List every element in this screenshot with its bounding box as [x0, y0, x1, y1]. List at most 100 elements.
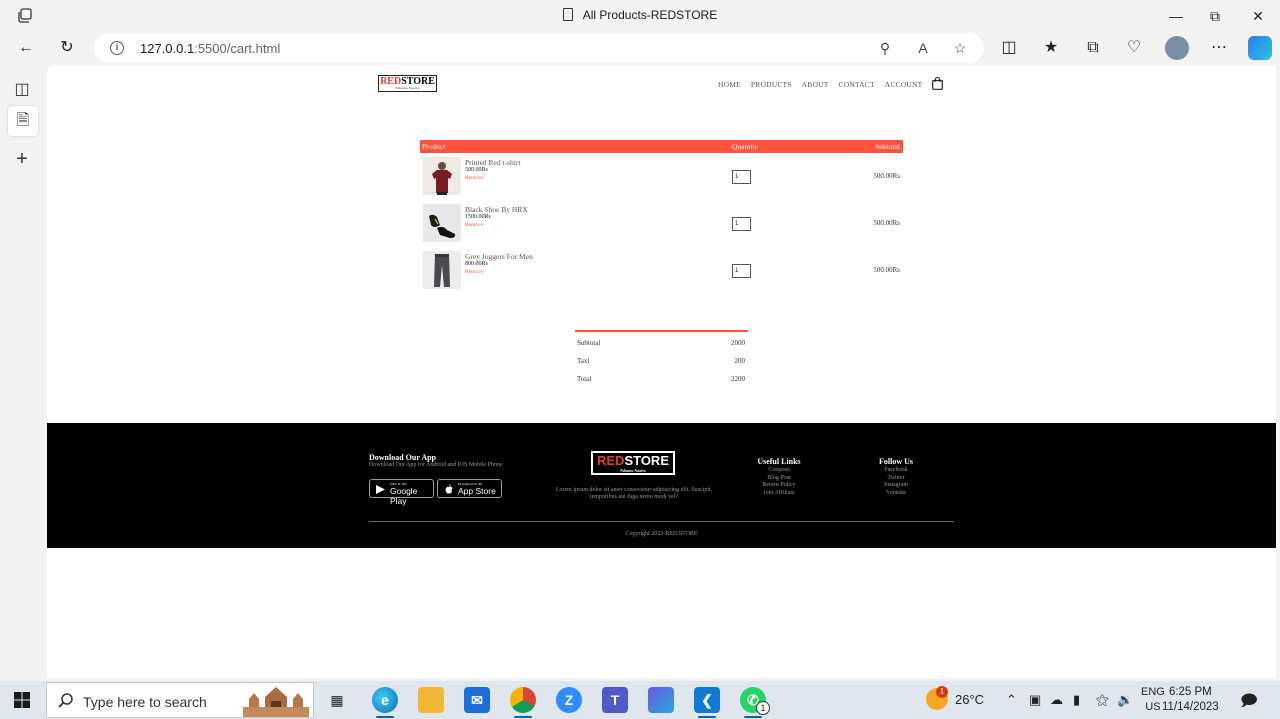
footer-link-youtube[interactable]: Youtube [873, 490, 919, 498]
totals-value: 2200 [731, 375, 745, 383]
onedrive-cloud-icon[interactable]: ☁ [1050, 692, 1063, 708]
quantity-input[interactable]: 1 [732, 170, 751, 184]
split-screen-icon[interactable]: ◫ [998, 37, 1020, 59]
clock-time: 6:25 PM [1168, 686, 1212, 698]
restore-button[interactable]: ⧉ [1205, 6, 1225, 26]
nav-products[interactable]: PRODUCTS [751, 80, 792, 89]
totals-label: Subtotal [577, 339, 601, 347]
quantity-input[interactable]: 1 [732, 217, 751, 231]
whatsapp-badge: 1 [756, 701, 770, 715]
taskbar-search-box[interactable]: Type here to search [46, 682, 314, 718]
current-tab-icon[interactable]: 🗎 [8, 106, 38, 136]
footer-link-twitter[interactable]: Twitter [873, 475, 919, 483]
profile-avatar[interactable] [1165, 36, 1189, 60]
refresh-icon[interactable]: ↻ [56, 37, 78, 59]
footer-logo-red: RED [596, 453, 625, 468]
chrome-icon[interactable] [510, 687, 536, 718]
favorites-icon[interactable]: ★ [1040, 37, 1062, 59]
site-info-icon[interactable]: i [110, 41, 124, 55]
cart-table: Product Quantity Subtotal Printed Red t-… [420, 140, 903, 294]
show-hidden-icons-chevron-icon[interactable]: ⌃ [1006, 692, 1017, 708]
mail-icon[interactable]: ✉ [464, 687, 490, 713]
nav-account[interactable]: ACCOUNT [885, 80, 923, 89]
close-button[interactable]: ✕ [1248, 6, 1268, 26]
taskbar-clock[interactable]: 6:25 PM 11/14/2023 [1162, 685, 1219, 715]
remove-link[interactable]: Remove [465, 175, 483, 181]
url-text[interactable]: 127.0.0.1:5500/cart.html [140, 41, 280, 56]
footer-link-instagram[interactable]: Instagram [873, 482, 919, 490]
address-bar[interactable]: i 127.0.0.1:5500/cart.html ⚲ A ☆ [94, 33, 984, 63]
browser-toolbar: ← ↻ i 127.0.0.1:5500/cart.html ⚲ A ☆ ◫ ★… [0, 31, 1280, 65]
remove-link[interactable]: Remove [465, 222, 483, 228]
volume-icon[interactable]: 🔉 [1117, 692, 1133, 708]
footer-link-coupons[interactable]: Coupons [751, 467, 807, 475]
cart-row: Grey Joggers For Men 800.00Rs Remove 1 5… [420, 247, 903, 294]
more-menu-icon[interactable]: ⋯ [1208, 37, 1230, 59]
cart-header-row: Product Quantity Subtotal [420, 140, 903, 153]
meet-now-icon[interactable]: ▣ [1029, 692, 1041, 708]
footer-logo[interactable]: REDSTORE Ndanna Naaive [591, 451, 675, 475]
logo-tagline: Ndanna Naaive [395, 86, 420, 90]
windows-taskbar: Type here to search ▦ e ✉ Z T ❮ ✆ 1 1 26… [0, 681, 1280, 719]
nav-about[interactable]: ABOUT [802, 80, 829, 89]
back-arrow-icon[interactable]: ← [15, 37, 37, 59]
product-image-joggers [423, 251, 461, 289]
product-price: 500.00Rs [465, 167, 488, 173]
zoom-icon[interactable]: ⚲ [876, 39, 894, 57]
read-aloud-icon[interactable]: A [914, 39, 932, 57]
search-highlight-temple-icon [243, 687, 309, 717]
nav-home[interactable]: HOME [718, 80, 741, 89]
battery-icon[interactable]: ▮ [1073, 692, 1080, 708]
cart-totals: Subtotal 2000 Taxl 200 Total 2200 [575, 330, 748, 386]
product-price: 800.00Rs [465, 261, 488, 267]
footer-logo-black: STORE [624, 453, 669, 468]
row-subtotal: 500.00Rs [873, 172, 900, 180]
copyright-text: Copyright 2023-RED STORE [625, 531, 698, 537]
favorite-star-icon[interactable]: ☆ [951, 39, 969, 57]
task-view-icon[interactable]: ▦ [324, 687, 350, 713]
shopping-bag-icon[interactable] [932, 77, 943, 90]
google-play-badge[interactable]: GET IT ON Google Play [369, 479, 434, 506]
footer-link-affiliate[interactable]: Join Affiliate [751, 490, 807, 498]
follow-us-col: Follow Us Facebook Twitter Instagram You… [873, 457, 919, 497]
product-name: Printed Red t-shirt [465, 158, 521, 167]
window-title: All Products-REDSTORE [0, 8, 1280, 22]
totals-value: 2000 [731, 339, 745, 347]
minimize-button[interactable]: — [1166, 6, 1186, 26]
file-explorer-icon[interactable] [418, 687, 444, 713]
product-price: 1500.00Rs [465, 214, 491, 220]
play-store-icon [376, 485, 385, 494]
site-logo[interactable]: REDSTORE Ndanna Naaive [378, 75, 437, 92]
remove-link[interactable]: Remove [465, 269, 483, 275]
vscode-icon[interactable]: ❮ [694, 687, 720, 718]
new-tab-icon[interactable]: + [10, 147, 34, 171]
wifi-icon[interactable]: ⚝ [1096, 692, 1109, 708]
collections-icon[interactable]: ⧉ [1082, 37, 1104, 59]
product-name: Grey Joggers For Men [465, 252, 533, 261]
footer-link-blog[interactable]: Blog Post [751, 475, 807, 483]
notifications-icon[interactable]: 🗩 [1240, 690, 1258, 717]
tab-strip-icon[interactable]: ◫ [10, 78, 34, 102]
copilot-taskbar-icon[interactable] [648, 687, 674, 713]
windows-start-icon[interactable] [14, 692, 30, 708]
copilot-icon[interactable] [1248, 36, 1272, 60]
download-title: Download Our App [369, 453, 436, 462]
edge-taskbar-icon[interactable]: e [372, 687, 398, 718]
search-placeholder: Type here to search [83, 694, 207, 710]
footer-logo-tagline: Ndanna Naaive [620, 468, 646, 473]
zoom-app-icon[interactable]: Z [556, 687, 582, 713]
row-subtotal: 500.00Rs [873, 266, 900, 274]
header-quantity: Quantity [732, 142, 759, 151]
app-store-badge[interactable]: Download on the App Store [437, 479, 502, 498]
browser-essentials-icon[interactable]: ♡ [1123, 37, 1145, 59]
teams-icon[interactable]: T [602, 687, 628, 713]
cart-row: Printed Red t-shirt 500.00Rs Remove 1 50… [420, 153, 903, 200]
quantity-input[interactable]: 1 [732, 264, 751, 278]
footer-link-return[interactable]: Return Policy [751, 482, 807, 490]
page-document-icon [562, 8, 573, 21]
totals-row: Total 2200 [575, 368, 748, 386]
url-path: :5500/cart.html [194, 41, 281, 56]
weather-temp[interactable]: 26°C [955, 692, 984, 707]
footer-link-facebook[interactable]: Facebook [873, 467, 919, 475]
nav-contact[interactable]: CONTACT [839, 80, 875, 89]
